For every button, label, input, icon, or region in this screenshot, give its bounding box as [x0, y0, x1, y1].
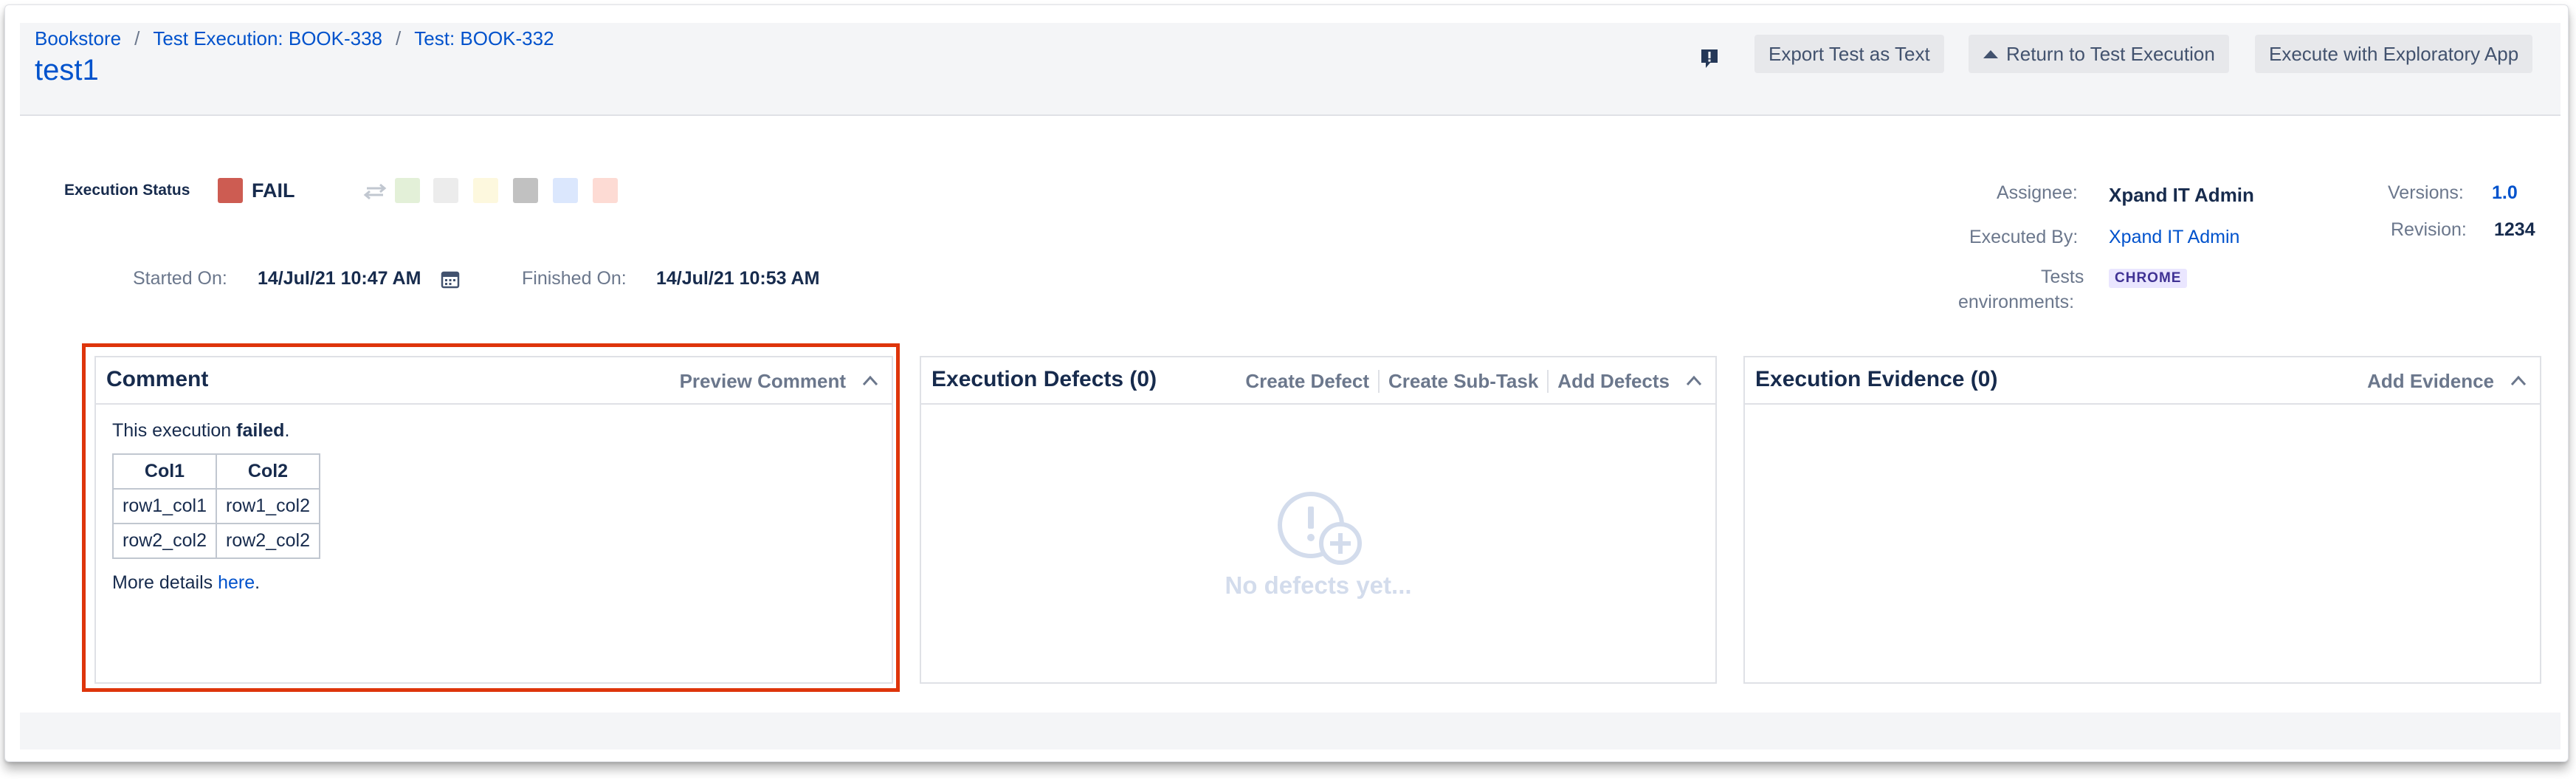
add-evidence-button[interactable]: Add Evidence [2358, 370, 2503, 393]
table-cell: row2_col2 [216, 523, 320, 559]
page-title: test1 [35, 54, 99, 86]
table-header-cell: Col1 [112, 453, 217, 490]
evidence-panel-header: Execution Evidence (0) Add Evidence [1745, 357, 2540, 405]
no-defects-text: No defects yet... [1225, 572, 1412, 599]
exploratory-label: Execute with Exploratory App [2269, 42, 2519, 65]
revision-value: 1234 [2494, 219, 2535, 240]
return-to-execution-button[interactable]: Return to Test Execution [1969, 35, 2229, 73]
executing-status-swatch[interactable] [473, 178, 498, 203]
environments-label-line1: Tests [2041, 267, 2084, 287]
export-test-label: Export Test as Text [1769, 42, 1930, 65]
more-details-end: . [255, 572, 261, 593]
comment-text-bold: failed [236, 420, 285, 441]
collapse-chevron-icon[interactable] [859, 370, 881, 392]
evidence-panel-title: Execution Evidence (0) [1755, 367, 1998, 391]
evidence-panel-actions: Add Evidence [2358, 368, 2529, 394]
table-row: row1_col1 row1_col2 [112, 488, 320, 524]
versions-value[interactable]: 1.0 [2492, 182, 2518, 204]
execution-defects-panel: Execution Defects (0) Create Defect Crea… [920, 356, 1717, 684]
comment-body: This execution failed. Col1 Col2 row1_co… [112, 420, 320, 594]
pass-status-swatch[interactable] [395, 178, 420, 203]
defects-panel-title: Execution Defects (0) [931, 367, 1157, 391]
revision-label: Revision: [2391, 219, 2467, 240]
page-header: Bookstore / Test Execution: BOOK-338 / Test:… [20, 23, 2560, 116]
preview-comment-button[interactable]: Preview Comment [671, 370, 855, 393]
comment-table: Col1 Col2 row1_col1 row1_col2 row2_col2 … [112, 453, 320, 559]
assignee-value: Xpand IT Admin [2109, 184, 2254, 206]
comment-panel-header: Comment Preview Comment [96, 357, 892, 405]
execution-status-value: FAIL [252, 179, 295, 202]
feedback-icon[interactable] [1700, 48, 1719, 70]
comment-text: This execution failed. [112, 420, 320, 442]
other-status-swatch[interactable] [593, 178, 618, 203]
started-on-label: Started On: [133, 268, 227, 289]
execute-exploratory-button[interactable]: Execute with Exploratory App [2255, 35, 2533, 73]
add-defects-button[interactable]: Add Defects [1549, 370, 1678, 393]
swap-arrows-icon[interactable] [362, 182, 388, 200]
fail-status-swatch[interactable] [218, 178, 243, 203]
breadcrumb-project[interactable]: Bookstore [35, 27, 121, 49]
finished-on-label: Finished On: [522, 268, 627, 289]
return-label: Return to Test Execution [2006, 42, 2215, 65]
environments-label-line2: environments: [1958, 292, 2075, 312]
calendar-icon[interactable] [441, 270, 460, 289]
breadcrumb-separator: / [396, 27, 402, 49]
create-defect-button[interactable]: Create Defect [1236, 369, 1380, 393]
started-on-value: 14/Jul/21 10:47 AM [258, 268, 421, 289]
table-cell: row2_col2 [112, 523, 217, 559]
collapse-chevron-icon[interactable] [2507, 370, 2529, 392]
table-cell: row1_col1 [112, 488, 217, 524]
breadcrumb-test-execution[interactable]: Test Execution: BOOK-338 [153, 27, 382, 49]
todo-status-swatch[interactable] [433, 178, 458, 203]
execution-evidence-panel: Execution Evidence (0) Add Evidence [1743, 356, 2541, 684]
executed-by-link[interactable]: Xpand IT Admin [2109, 227, 2239, 248]
executed-by-label: Executed By: [1969, 227, 2079, 247]
comment-panel: Comment Preview Comment This execution f… [94, 356, 893, 684]
more-details-link[interactable]: here [218, 572, 255, 593]
execution-status-label: Execution Status [64, 182, 190, 199]
defects-panel-actions: Create Defect Create Sub-Task Add Defect… [1236, 368, 1705, 394]
more-details-text: More details here. [112, 572, 320, 594]
more-details-start: More details [112, 572, 218, 593]
window-frame: Bookstore / Test Execution: BOOK-338 / Test:… [4, 4, 2569, 762]
finished-on-value: 14/Jul/21 10:53 AM [656, 268, 820, 289]
table-row: row2_col2 row2_col2 [112, 523, 320, 559]
assignee-label: Assignee: [1997, 182, 2078, 203]
versions-label: Versions: [2388, 182, 2464, 203]
no-defects-icon [1278, 492, 1362, 565]
blocked-status-swatch[interactable] [553, 178, 578, 203]
comment-panel-actions: Preview Comment [671, 368, 881, 394]
breadcrumb: Bookstore / Test Execution: BOOK-338 / Test:… [35, 27, 554, 50]
export-test-button[interactable]: Export Test as Text [1754, 35, 1944, 73]
defects-panel-header: Execution Defects (0) Create Defect Crea… [921, 357, 1715, 405]
table-cell: row1_col2 [216, 488, 320, 524]
bottom-strip [20, 713, 2560, 749]
comment-text-end: . [284, 420, 290, 441]
breadcrumb-separator: / [134, 27, 140, 49]
create-subtask-button[interactable]: Create Sub-Task [1380, 369, 1549, 393]
aborted-status-swatch[interactable] [513, 178, 538, 203]
collapse-chevron-icon[interactable] [1683, 370, 1705, 392]
table-header-row: Col1 Col2 [112, 453, 320, 490]
breadcrumb-test[interactable]: Test: BOOK-332 [414, 27, 554, 49]
comment-panel-title: Comment [106, 367, 209, 391]
environment-badge: CHROME [2109, 269, 2188, 288]
comment-text-start: This execution [112, 420, 237, 441]
caret-up-icon [1983, 50, 1998, 58]
table-header-cell: Col2 [216, 453, 320, 490]
